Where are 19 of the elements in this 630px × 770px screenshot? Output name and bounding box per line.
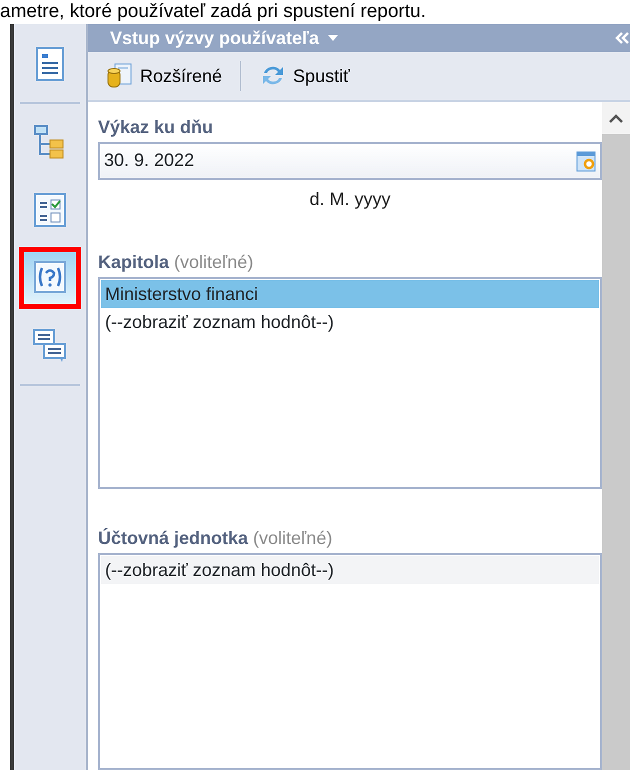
date-format-hint: d. M. yyyy: [308, 188, 392, 211]
date-field[interactable]: 30. 9. 2022: [98, 142, 602, 180]
scroll-up-icon[interactable]: [608, 113, 624, 123]
calendar-icon[interactable]: [576, 150, 596, 172]
field-label: Kapitola (voliteľné): [98, 250, 254, 273]
collapse-icon[interactable]: [614, 31, 630, 45]
field-label: Účtovná jednotka (voliteľné): [98, 526, 334, 549]
list-item[interactable]: (--zobraziť zoznam hodnôt--): [101, 308, 599, 336]
toolbar-button[interactable]: Spustiť: [255, 62, 354, 90]
database-icon: [106, 63, 134, 89]
toolbar-button[interactable]: Rozšírené: [102, 62, 226, 90]
caption-text: ametre, ktoré používateľ zadá pri spustení reportu.: [0, 0, 427, 24]
list-item[interactable]: Ministerstvo financi: [101, 280, 599, 308]
field-label: Výkaz ku dňu: [98, 116, 214, 138]
checklist-icon: [32, 191, 68, 229]
panel-title: Vstup výzvy používateľa: [110, 26, 320, 50]
sidebar-item[interactable]: [19, 247, 81, 309]
list-item[interactable]: (--zobraziť zoznam hodnôt--): [101, 556, 599, 584]
caret-icon[interactable]: [327, 34, 340, 42]
